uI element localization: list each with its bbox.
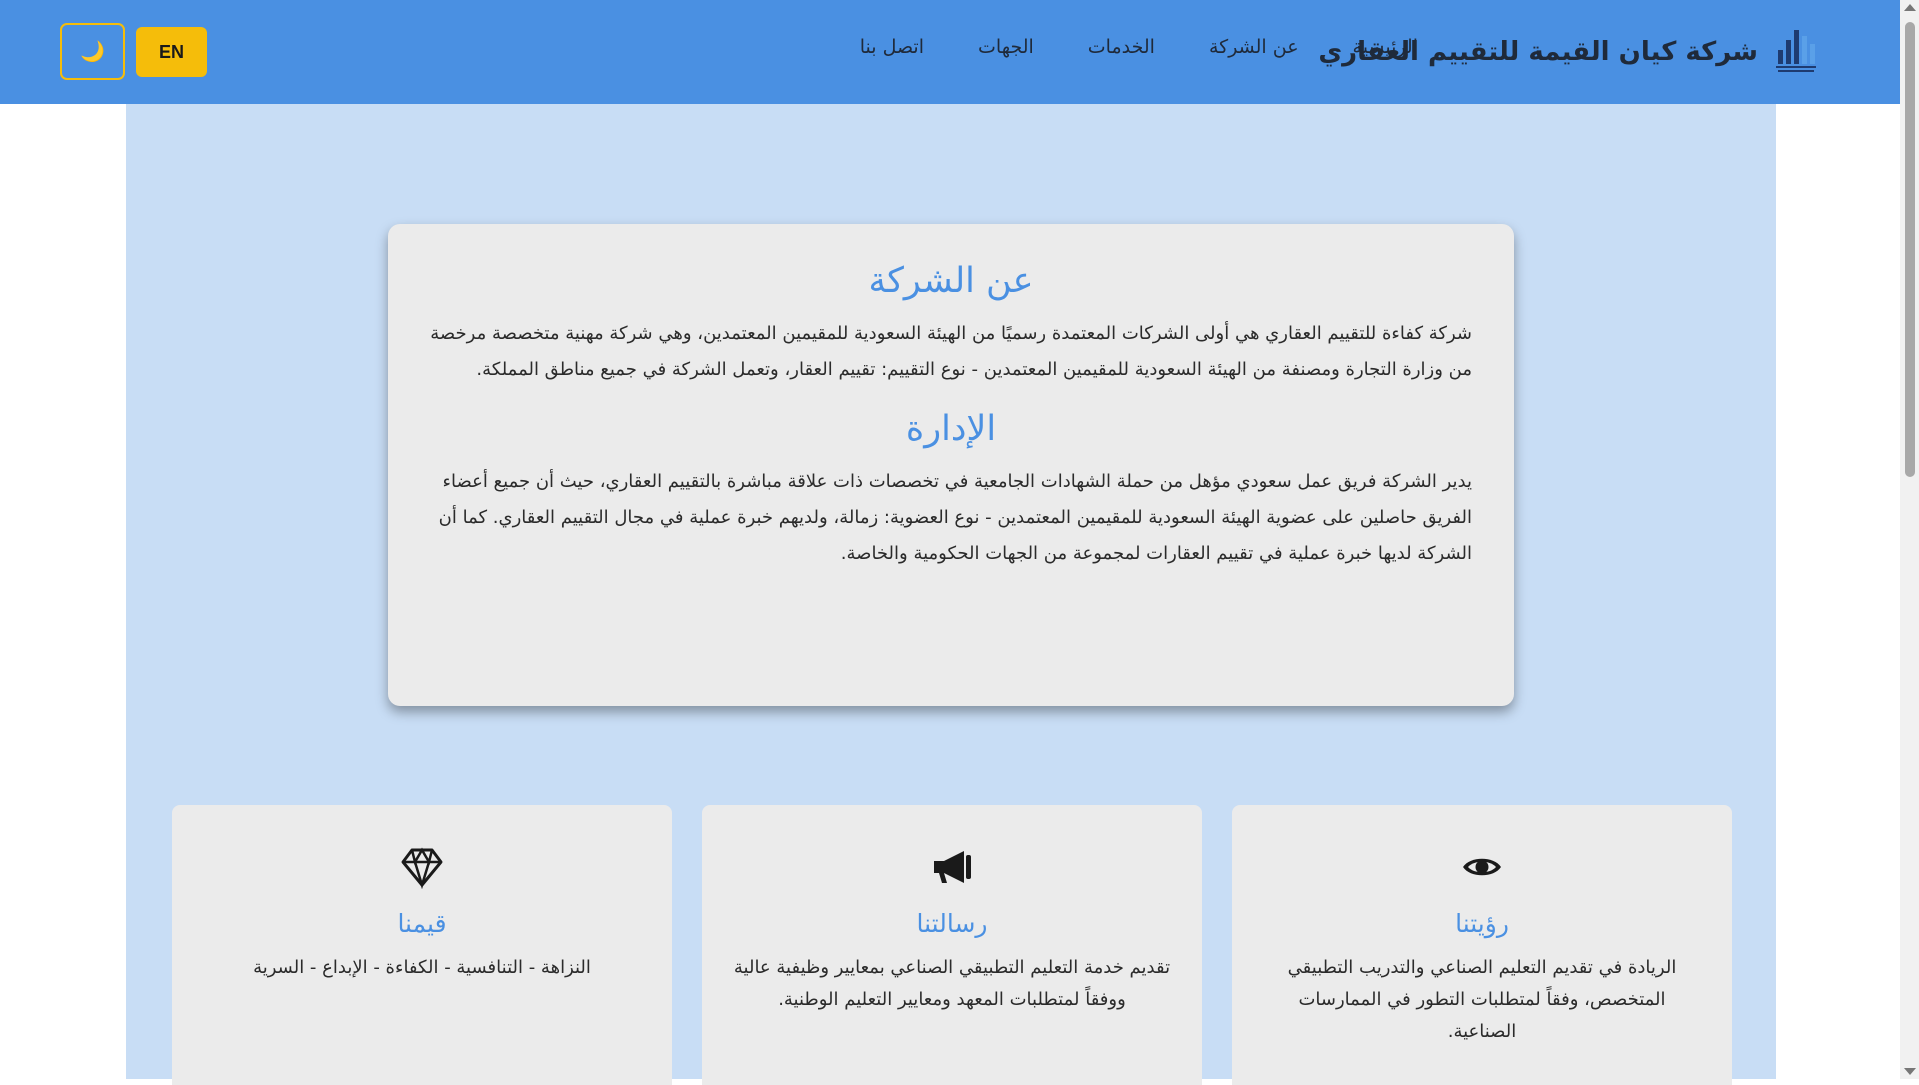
scroll-down-arrow-icon[interactable] xyxy=(1904,1068,1916,1075)
company-logo-icon xyxy=(1776,30,1816,72)
nav-about[interactable]: عن الشركة xyxy=(1209,36,1299,58)
eye-icon xyxy=(1463,858,1501,876)
language-toggle-button[interactable]: EN xyxy=(136,27,207,77)
main-content: عن الشركة شركة كفاءة للتقييم العقاري هي … xyxy=(126,104,1776,1085)
vision-title: رؤيتنا xyxy=(1455,909,1509,938)
nav-home[interactable]: الرئيسية xyxy=(1353,36,1418,58)
about-card: عن الشركة شركة كفاءة للتقييم العقاري هي … xyxy=(388,224,1514,706)
diamond-icon xyxy=(401,847,443,889)
mission-card: رسالتنا تقديم خدمة التعليم التطبيقي الصن… xyxy=(702,805,1202,1085)
vision-card: رؤيتنا الريادة في تقديم التعليم الصناعي … xyxy=(1232,805,1732,1085)
values-text: النزاهة - التنافسية - الكفاءة - الإبداع … xyxy=(253,957,591,978)
about-text: شركة كفاءة للتقييم العقاري هي أولى الشرك… xyxy=(430,323,1472,380)
page-scrollbar[interactable] xyxy=(1900,0,1919,1079)
site-header: شركة كيان القيمة للتقييم العقاري الرئيسي… xyxy=(0,0,1900,104)
nav-entities[interactable]: الجهات xyxy=(978,36,1034,58)
values-title: قيمنا xyxy=(397,909,447,938)
megaphone-icon xyxy=(934,851,971,883)
management-title: الإدارة xyxy=(905,409,997,449)
values-card: قيمنا النزاهة - التنافسية - الكفاءة - ال… xyxy=(172,805,672,1085)
management-text: يدير الشركة فريق عمل سعودي مؤهل من حملة … xyxy=(438,471,1472,564)
main-nav: الرئيسية عن الشركة الخدمات الجهات اتصل ب… xyxy=(860,36,1418,58)
nav-contact[interactable]: اتصل بنا xyxy=(860,36,924,58)
scroll-up-arrow-icon[interactable] xyxy=(1904,4,1916,11)
theme-toggle-button[interactable]: 🌙 xyxy=(60,23,125,80)
moon-icon: 🌙 xyxy=(80,41,105,63)
vision-text: الريادة في تقديم التعليم الصناعي والتدري… xyxy=(1287,957,1677,1042)
scrollbar-thumb[interactable] xyxy=(1905,22,1915,477)
info-cards: رؤيتنا الريادة في تقديم التعليم الصناعي … xyxy=(172,805,1732,1085)
mission-text: تقديم خدمة التعليم التطبيقي الصناعي بمعا… xyxy=(733,957,1171,1010)
nav-services[interactable]: الخدمات xyxy=(1088,36,1155,58)
about-title: عن الشركة xyxy=(868,261,1034,301)
mission-title: رسالتنا xyxy=(916,909,988,938)
